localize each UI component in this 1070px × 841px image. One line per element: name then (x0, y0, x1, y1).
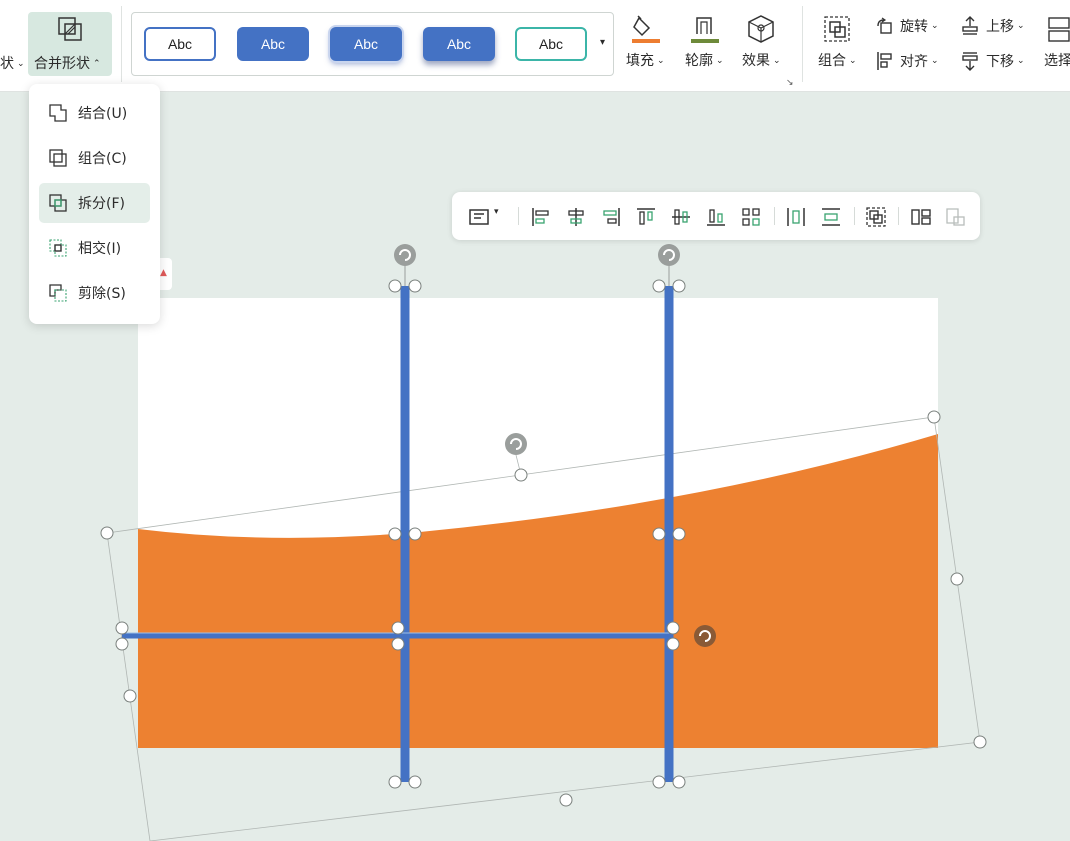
distribute-grid-icon[interactable] (740, 206, 762, 228)
menu-item-label: 组合(C) (78, 151, 127, 167)
menu-item-combine[interactable]: 组合(C) (39, 138, 150, 178)
rotate-handle-icon[interactable] (505, 433, 527, 455)
rotate-handle-icon[interactable] (694, 625, 716, 647)
subtract-icon (49, 284, 67, 302)
align-bottom-icon[interactable] (705, 206, 727, 228)
menu-item-intersect[interactable]: 相交(I) (39, 228, 150, 268)
slide-canvas (100, 244, 987, 841)
group-objects-icon[interactable] (865, 206, 887, 228)
floating-arrange-toolbar: ▾ (452, 192, 980, 240)
toolbar-divider (774, 207, 775, 225)
menu-item-label: 结合(U) (78, 106, 128, 122)
align-middle-icon[interactable] (670, 206, 692, 228)
auto-align-icon[interactable] (468, 206, 490, 228)
ungroup-icon[interactable] (910, 206, 932, 228)
menu-item-fragment[interactable]: 拆分(F) (39, 183, 150, 223)
menu-item-subtract[interactable]: 剪除(S) (39, 273, 150, 313)
fragment-icon (49, 194, 67, 212)
align-right-icon[interactable] (600, 206, 622, 228)
menu-item-label: 相交(I) (78, 241, 122, 257)
toolbar-divider (898, 207, 899, 225)
chevron-down-icon[interactable]: ▾ (494, 207, 499, 217)
union-icon (49, 104, 67, 122)
menu-item-union[interactable]: 结合(U) (39, 93, 150, 133)
rotate-handle-icon[interactable] (658, 244, 680, 286)
align-left-icon[interactable] (530, 206, 552, 228)
combine-icon (49, 149, 67, 167)
side-comment-marker[interactable]: ▲ (160, 258, 172, 290)
distribute-vertical-icon[interactable] (820, 206, 842, 228)
menu-item-label: 剪除(S) (78, 286, 126, 302)
toolbar-divider (518, 207, 519, 225)
intersect-icon (49, 239, 67, 257)
align-top-icon[interactable] (635, 206, 657, 228)
align-center-icon[interactable] (565, 206, 587, 228)
rotate-handle-icon[interactable] (394, 244, 416, 286)
menu-item-label: 拆分(F) (78, 196, 125, 212)
distribute-horizontal-icon[interactable] (785, 206, 807, 228)
merge-shapes-menu: 结合(U) 组合(C) 拆分(F) 相交(I) 剪除(S) (29, 84, 160, 324)
toolbar-divider (854, 207, 855, 225)
selection-pane-icon (946, 208, 965, 226)
